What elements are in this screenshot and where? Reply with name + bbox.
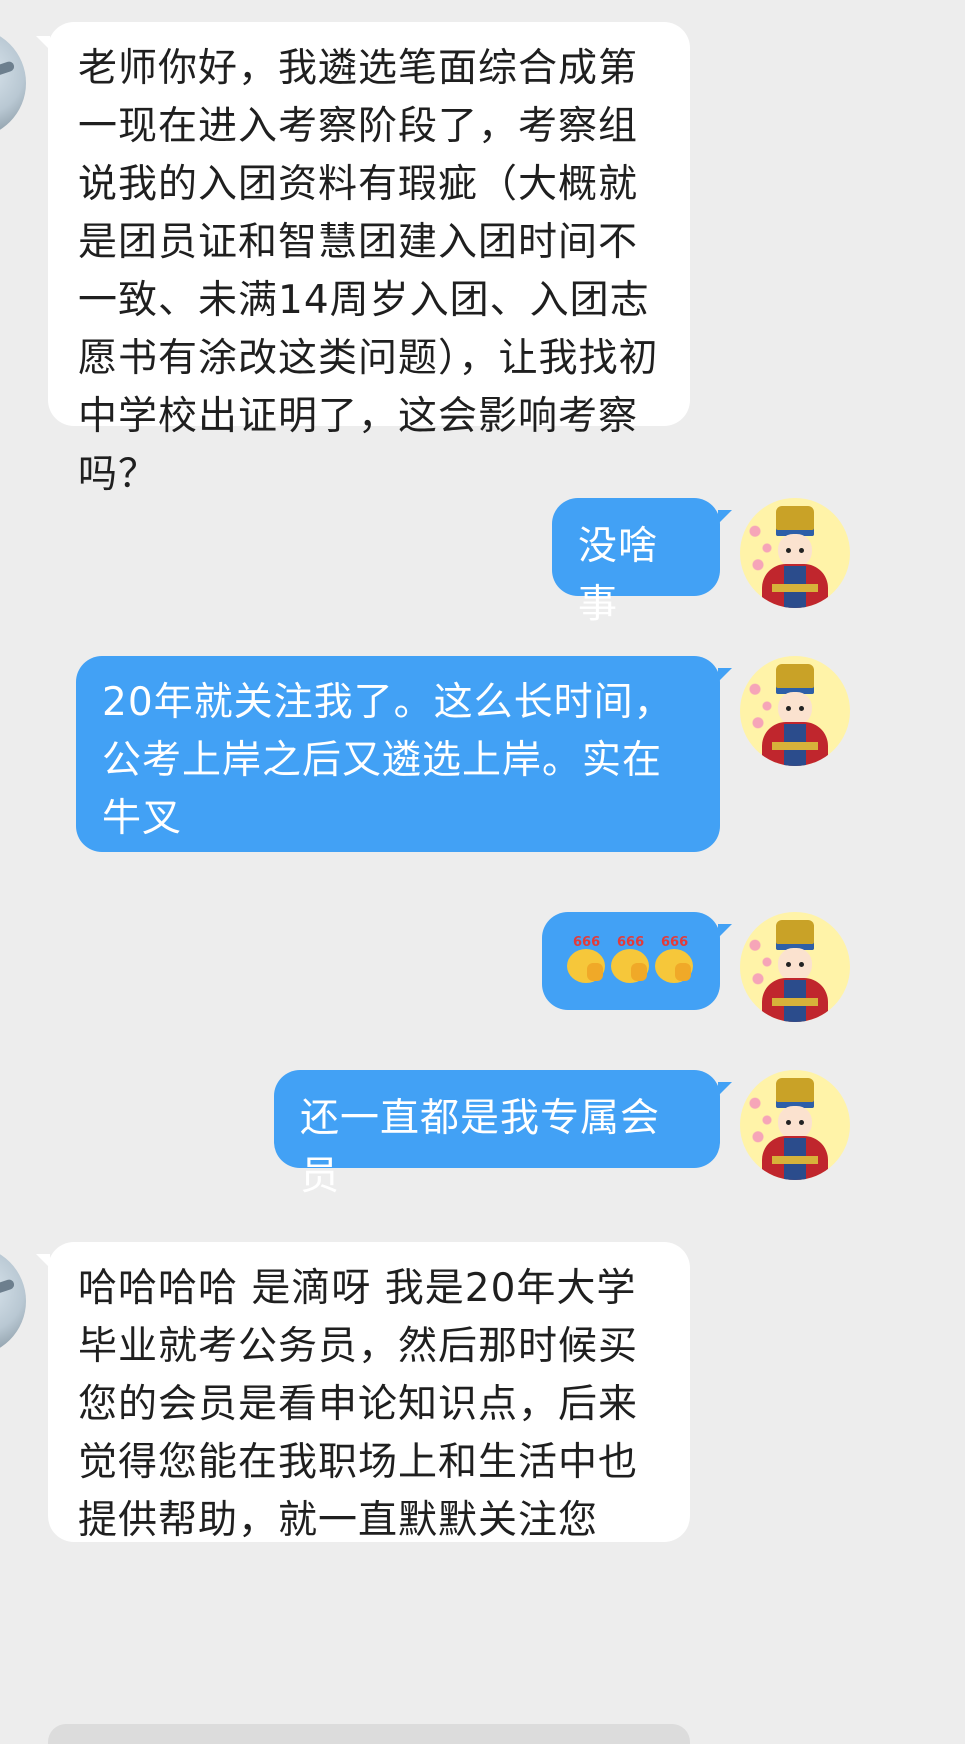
message-bubble-incoming[interactable]: 哈哈哈哈 是滴呀 我是20年大学毕业就考公务员，然后那时候买您的会员是看申论知识… xyxy=(48,1242,690,1543)
avatar-face xyxy=(778,534,812,568)
avatar-belt xyxy=(772,742,818,750)
666-emoji-icon: 666 xyxy=(567,935,609,983)
666-emoji-icon: 666 xyxy=(655,935,697,983)
message-text: 还一直都是我专属会员 xyxy=(300,1096,661,1199)
chat-view[interactable]: 老师你好，我遴选笔面综合成第一现在进入考察阶段了，考察组说我的入团资料有瑕疵（大… xyxy=(0,0,965,1744)
my-avatar[interactable] xyxy=(740,912,850,1022)
my-avatar[interactable] xyxy=(740,1070,850,1180)
avatar-belt xyxy=(772,1156,818,1164)
message-text: 哈哈哈哈 是滴呀 我是20年大学毕业就考公务员，然后那时候买您的会员是看申论知识… xyxy=(78,1266,639,1543)
sender-avatar[interactable] xyxy=(0,1246,26,1356)
bubble-tail xyxy=(718,924,732,938)
avatar-hat xyxy=(776,506,814,536)
message-text: 20年就关注我了。这么长时间，公考上岸之后又遴选上岸。实在牛叉 xyxy=(102,680,674,841)
bubble-tail xyxy=(718,668,732,682)
avatar-image xyxy=(0,60,16,98)
message-bubble-outgoing[interactable]: 666 666 666 xyxy=(542,912,720,1010)
avatar-hat xyxy=(776,920,814,950)
message-bubble-incoming[interactable]: 老师你好，我遴选笔面综合成第一现在进入考察阶段了，考察组说我的入团资料有瑕疵（大… xyxy=(48,22,690,497)
avatar-image xyxy=(0,1278,16,1316)
avatar-belt xyxy=(772,584,818,592)
avatar-belt xyxy=(772,998,818,1006)
message-text: 老师你好，我遴选笔面综合成第一现在进入考察阶段了，考察组说我的入团资料有瑕疵（大… xyxy=(78,46,659,497)
bubble-tail xyxy=(718,510,732,524)
message-bubble-outgoing[interactable]: 还一直都是我专属会员 xyxy=(274,1070,720,1199)
my-avatar[interactable] xyxy=(740,656,850,766)
message-bubble-partial[interactable] xyxy=(48,1724,690,1744)
avatar-face xyxy=(778,1106,812,1140)
sender-avatar[interactable] xyxy=(0,28,26,138)
avatar-hat xyxy=(776,664,814,694)
message-bubble-outgoing[interactable]: 20年就关注我了。这么长时间，公考上岸之后又遴选上岸。实在牛叉 xyxy=(76,656,720,852)
avatar-face xyxy=(778,948,812,982)
666-emoji-icon: 666 xyxy=(611,935,653,983)
bubble-tail xyxy=(718,1082,732,1096)
my-avatar[interactable] xyxy=(740,498,850,608)
message-text: 没啥事 xyxy=(578,524,659,627)
avatar-hat xyxy=(776,1078,814,1108)
avatar-face xyxy=(778,692,812,726)
message-bubble-outgoing[interactable]: 没啥事 xyxy=(552,498,720,627)
